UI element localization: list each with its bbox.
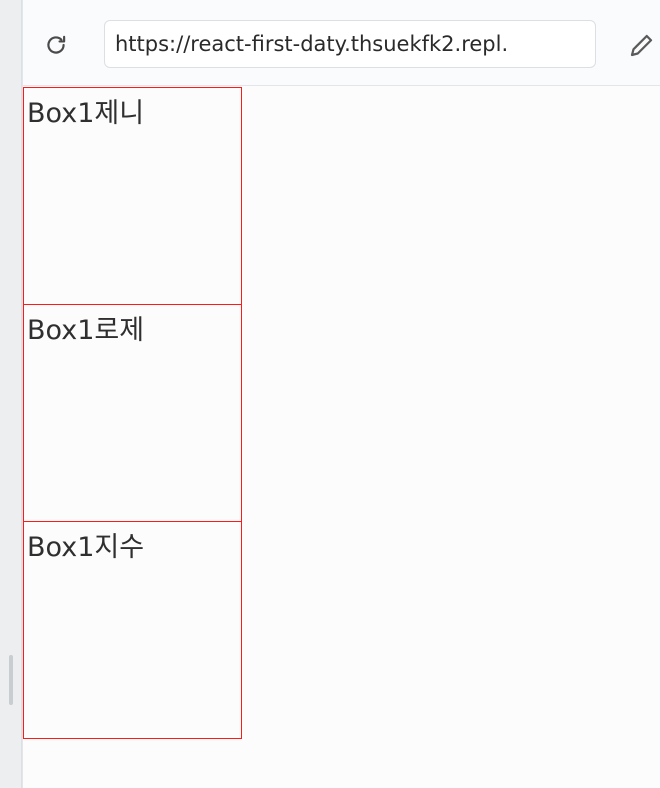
reload-icon — [47, 35, 66, 54]
page-content: Box1제니 Box1로제 Box1지수 — [23, 86, 660, 788]
box-jennie: Box1제니 — [23, 87, 242, 305]
box-label: Box1제니 — [27, 98, 145, 129]
browser-window: Box1제니 Box1로제 Box1지수 — [22, 0, 660, 788]
side-panel-edge — [0, 0, 22, 788]
reload-button[interactable] — [39, 28, 73, 62]
pencil-icon — [630, 34, 653, 57]
url-input[interactable] — [105, 21, 595, 67]
address-bar[interactable] — [104, 20, 596, 68]
box-rose: Box1로제 — [23, 304, 242, 522]
box-label: Box1로제 — [27, 315, 145, 346]
resize-handle[interactable] — [9, 655, 13, 705]
box-jisoo: Box1지수 — [23, 521, 242, 739]
edit-button[interactable] — [627, 28, 660, 62]
box-label: Box1지수 — [27, 532, 145, 563]
browser-toolbar — [23, 0, 660, 86]
